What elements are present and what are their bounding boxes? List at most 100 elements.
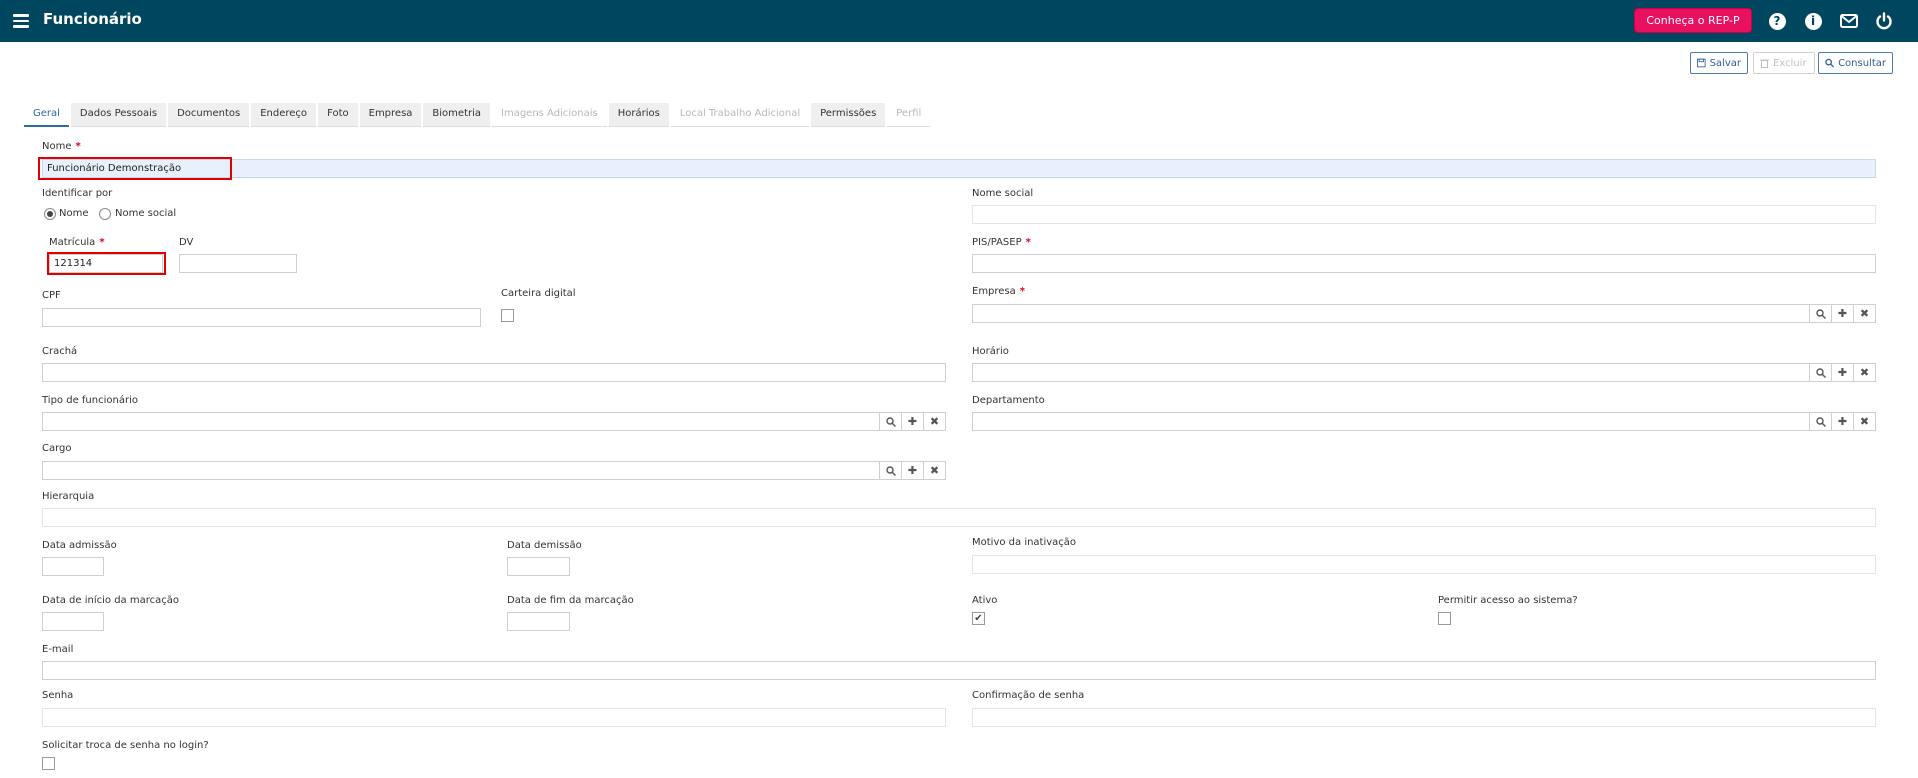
hierarquia-input[interactable] bbox=[42, 508, 1876, 527]
departamento-label: Departamento bbox=[972, 395, 1045, 406]
hierarquia-label: Hierarquia bbox=[42, 491, 95, 502]
tipo-funcionario-input[interactable] bbox=[42, 412, 880, 431]
rep-p-button[interactable]: Conheça o REP-P bbox=[1634, 8, 1752, 33]
nome-label: Nome * bbox=[42, 141, 81, 152]
departamento-add-icon[interactable]: ✚ bbox=[1831, 412, 1854, 431]
senha-label: Senha bbox=[42, 690, 74, 701]
email-input[interactable] bbox=[42, 661, 1876, 680]
departamento-clear-icon[interactable]: ✖ bbox=[1853, 412, 1876, 431]
horario-search-icon[interactable] bbox=[1809, 363, 1832, 382]
cargo-clear-icon[interactable]: ✖ bbox=[923, 461, 946, 480]
tab-horarios[interactable]: Horários bbox=[608, 103, 669, 127]
tab-permissoes[interactable]: Permissões bbox=[811, 103, 886, 127]
tab-local-trabalho-adicional: Local Trabalho Adicional bbox=[670, 103, 810, 127]
inicio-marcacao-input[interactable] bbox=[42, 612, 104, 631]
permitir-acesso-label: Permitir acesso ao sistema? bbox=[1438, 595, 1578, 606]
trash-icon bbox=[1760, 59, 1769, 68]
search-icon bbox=[1825, 58, 1835, 68]
horario-add-icon[interactable]: ✚ bbox=[1831, 363, 1854, 382]
horario-clear-icon[interactable]: ✖ bbox=[1853, 363, 1876, 382]
data-admissao-label: Data admissão bbox=[42, 540, 117, 551]
tab-documentos[interactable]: Documentos bbox=[168, 103, 250, 127]
data-demissao-label: Data demissão bbox=[507, 540, 582, 551]
carteira-digital-label: Carteira digital bbox=[501, 288, 576, 299]
email-label: E-mail bbox=[42, 644, 74, 655]
ativo-checkbox[interactable]: ✔ bbox=[972, 612, 985, 625]
radio-nome-label: Nome bbox=[59, 208, 89, 219]
permitir-acesso-checkbox[interactable] bbox=[1438, 612, 1451, 625]
tab-bar: Geral Dados Pessoais Documentos Endereço… bbox=[24, 103, 932, 127]
pis-input[interactable] bbox=[972, 254, 1876, 273]
empresa-clear-icon[interactable]: ✖ bbox=[1853, 304, 1876, 323]
motivo-inativacao-label: Motivo da inativação bbox=[972, 537, 1077, 548]
tab-geral[interactable]: Geral bbox=[24, 103, 69, 127]
tipo-funcionario-label: Tipo de funcionário bbox=[42, 395, 138, 406]
confirmacao-senha-input[interactable] bbox=[972, 708, 1876, 727]
ativo-label: Ativo bbox=[972, 595, 998, 606]
help-icon[interactable]: ? bbox=[1767, 11, 1787, 31]
tab-empresa[interactable]: Empresa bbox=[359, 103, 422, 127]
tab-perfil: Perfil bbox=[887, 103, 931, 127]
search-label: Consultar bbox=[1838, 57, 1886, 69]
horario-input[interactable] bbox=[972, 363, 1810, 382]
empresa-input[interactable] bbox=[972, 304, 1810, 323]
dv-input[interactable] bbox=[179, 254, 297, 273]
mail-icon[interactable] bbox=[1839, 11, 1859, 31]
motivo-inativacao-input[interactable] bbox=[972, 555, 1876, 574]
tab-imagens-adicionais: Imagens Adicionais bbox=[492, 103, 607, 127]
nome-social-input[interactable] bbox=[972, 205, 1876, 224]
cargo-search-icon[interactable] bbox=[879, 461, 902, 480]
menu-icon[interactable] bbox=[13, 14, 29, 28]
empresa-label: Empresa * bbox=[972, 286, 1026, 297]
cpf-input[interactable] bbox=[42, 308, 481, 327]
confirmacao-senha-label: Confirmação de senha bbox=[972, 690, 1085, 701]
top-bar: Funcionário Conheça o REP-P ? i bbox=[0, 0, 1918, 42]
nome-social-label: Nome social bbox=[972, 188, 1034, 199]
cracha-input[interactable] bbox=[42, 363, 946, 382]
save-button[interactable]: Salvar bbox=[1690, 52, 1748, 74]
matricula-label: Matrícula * bbox=[49, 237, 105, 248]
cargo-label: Cargo bbox=[42, 443, 72, 454]
empresa-search-icon[interactable] bbox=[1809, 304, 1832, 323]
senha-input[interactable] bbox=[42, 708, 946, 727]
pis-label: PIS/PASEP * bbox=[972, 237, 1031, 248]
tab-foto[interactable]: Foto bbox=[318, 103, 358, 127]
tab-biometria[interactable]: Biometria bbox=[423, 103, 491, 127]
tab-dados-pessoais[interactable]: Dados Pessoais bbox=[70, 103, 167, 127]
info-icon[interactable]: i bbox=[1803, 11, 1823, 31]
fim-marcacao-input[interactable] bbox=[507, 612, 570, 631]
solicitar-troca-label: Solicitar troca de senha no login? bbox=[42, 740, 209, 751]
delete-button[interactable]: Excluir bbox=[1753, 52, 1815, 74]
tipo-add-icon[interactable]: ✚ bbox=[901, 412, 924, 431]
cargo-add-icon[interactable]: ✚ bbox=[901, 461, 924, 480]
matricula-input[interactable]: 121314 bbox=[49, 254, 163, 273]
departamento-input[interactable] bbox=[972, 412, 1810, 431]
save-icon bbox=[1697, 58, 1706, 68]
search-button[interactable]: Consultar bbox=[1818, 52, 1893, 74]
power-icon[interactable] bbox=[1874, 11, 1894, 31]
horario-label: Horário bbox=[972, 346, 1009, 357]
cargo-input[interactable] bbox=[42, 461, 880, 480]
inicio-marcacao-label: Data de início da marcação bbox=[42, 595, 179, 606]
page-title: Funcionário bbox=[43, 10, 142, 28]
solicitar-troca-checkbox[interactable] bbox=[42, 757, 55, 770]
tab-endereco[interactable]: Endereço bbox=[251, 103, 317, 127]
cpf-label: CPF bbox=[42, 290, 61, 301]
save-label: Salvar bbox=[1709, 57, 1741, 69]
radio-nome-social-label: Nome social bbox=[115, 208, 177, 219]
identificar-por-label: Identificar por bbox=[42, 188, 113, 199]
departamento-search-icon[interactable] bbox=[1809, 412, 1832, 431]
tipo-search-icon[interactable] bbox=[879, 412, 902, 431]
fim-marcacao-label: Data de fim da marcação bbox=[507, 595, 634, 606]
nome-input[interactable]: Funcionário Demonstração bbox=[42, 159, 1876, 178]
delete-label: Excluir bbox=[1773, 57, 1807, 69]
carteira-digital-checkbox[interactable] bbox=[501, 309, 514, 322]
radio-nome-social[interactable] bbox=[99, 208, 111, 220]
data-admissao-input[interactable] bbox=[42, 557, 104, 576]
dv-label: DV bbox=[179, 237, 194, 248]
data-demissao-input[interactable] bbox=[507, 557, 570, 576]
radio-nome[interactable] bbox=[44, 208, 56, 220]
cracha-label: Crachá bbox=[42, 346, 78, 357]
empresa-add-icon[interactable]: ✚ bbox=[1831, 304, 1854, 323]
tipo-clear-icon[interactable]: ✖ bbox=[923, 412, 946, 431]
